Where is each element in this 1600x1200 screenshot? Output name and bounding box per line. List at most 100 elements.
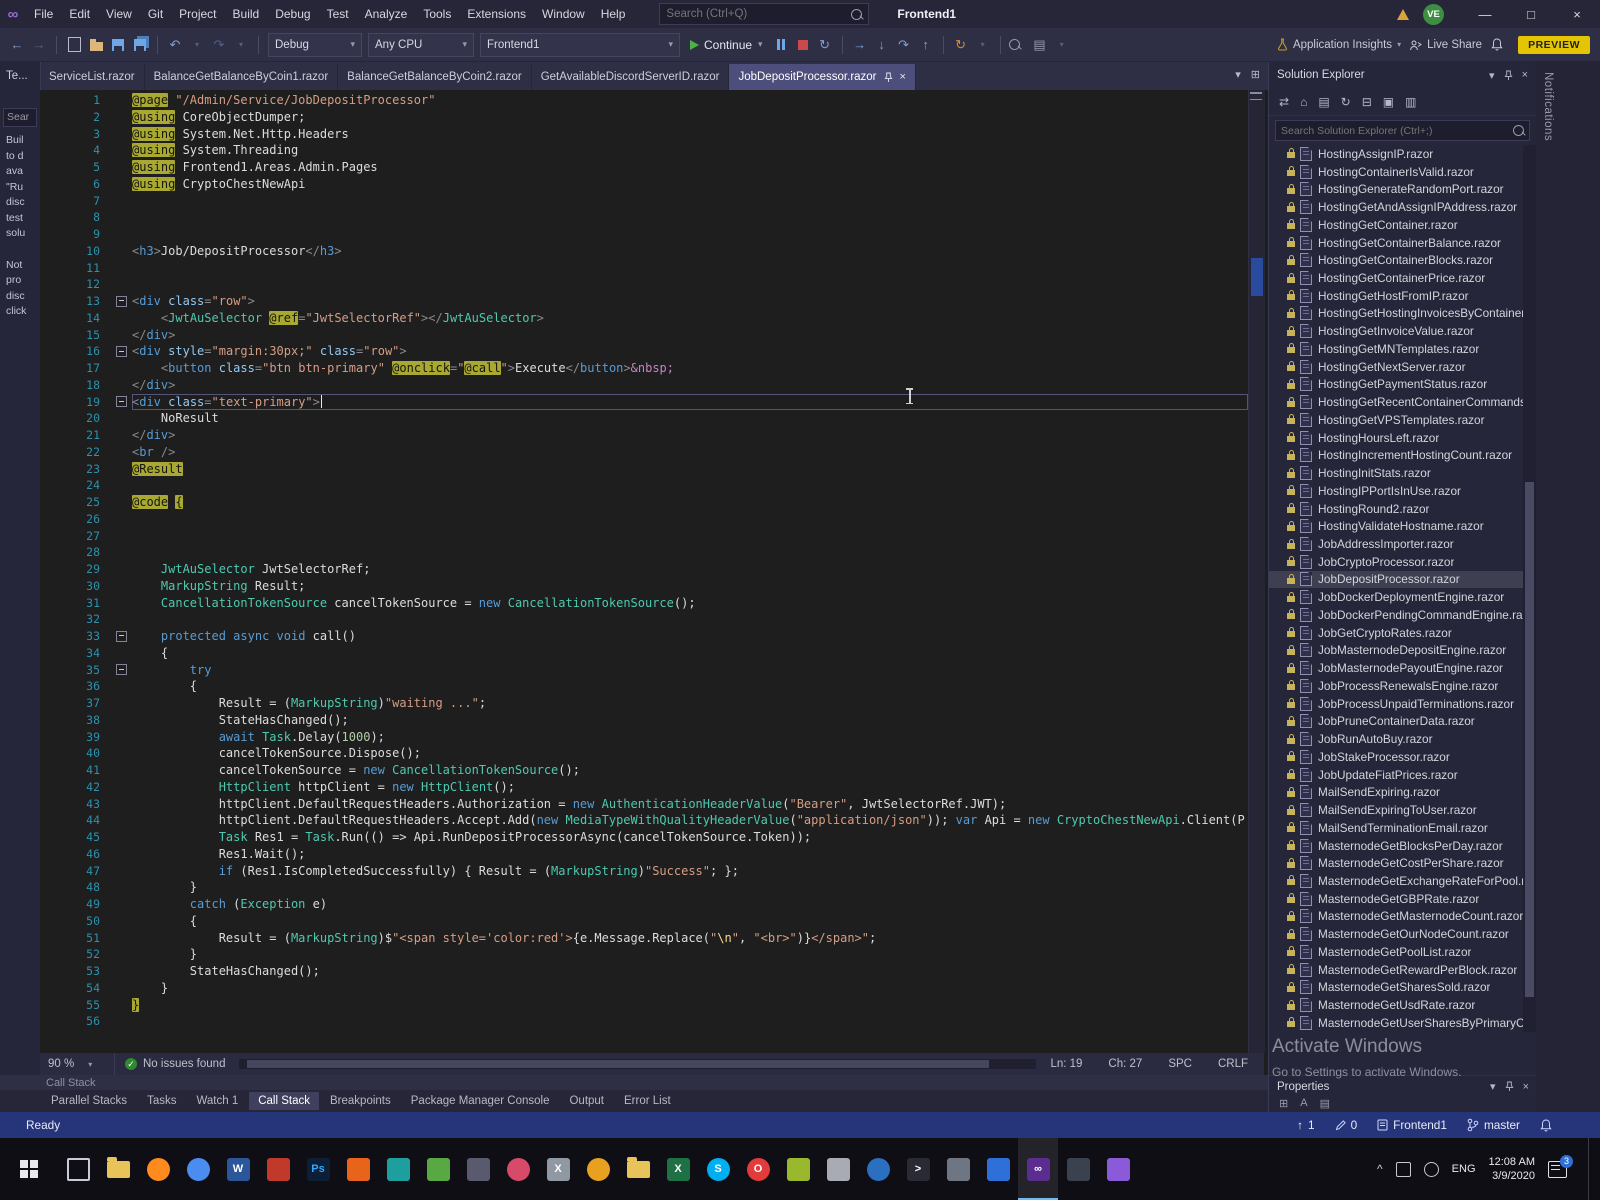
pending-edits[interactable]: 0 — [1335, 1118, 1357, 1132]
bottom-tab-package-manager-console[interactable]: Package Manager Console — [402, 1092, 559, 1110]
code-line[interactable]: 45 Task Res1 = Task.Run(() => Api.RunDep… — [40, 829, 1248, 846]
solution-item[interactable]: JobMasternodeDepositEngine.razor — [1269, 642, 1523, 660]
undo-icon[interactable]: ↶ — [165, 34, 185, 56]
code-line[interactable]: 53 StateHasChanged(); — [40, 963, 1248, 980]
solution-item[interactable]: JobAddressImporter.razor — [1269, 535, 1523, 553]
switch-views-icon[interactable]: ▤ — [1318, 95, 1329, 109]
solution-item[interactable]: JobProcessRenewalsEngine.razor — [1269, 677, 1523, 695]
solution-item[interactable]: JobPruneContainerData.razor — [1269, 713, 1523, 731]
code-line[interactable]: 55} — [40, 997, 1248, 1014]
code-line[interactable]: 3 @using System.Net.Http.Headers — [40, 126, 1248, 143]
navigate-forward-icon[interactable]: → — [29, 34, 49, 56]
code-line[interactable]: 37 Result = (MarkupString)"waiting ..."; — [40, 695, 1248, 712]
tab-jobdepositprocessor-razor[interactable]: JobDepositProcessor.razor × — [729, 64, 916, 90]
start-button[interactable] — [0, 1138, 58, 1200]
find-in-files-icon[interactable] — [1008, 34, 1028, 56]
taskbar-media-player[interactable] — [498, 1138, 538, 1200]
code-line[interactable]: 13 <div class="row"> — [40, 293, 1248, 310]
bottom-tab-parallel-stacks[interactable]: Parallel Stacks — [42, 1092, 136, 1110]
code-line[interactable]: 56 — [40, 1013, 1248, 1030]
code-line[interactable]: 14 <JwtAuSelector @ref="JwtSelectorRef">… — [40, 310, 1248, 327]
solution-item[interactable]: HostingAssignIP.razor — [1269, 145, 1523, 163]
solution-item[interactable]: HostingInitStats.razor — [1269, 464, 1523, 482]
new-file-icon[interactable] — [64, 34, 84, 56]
solution-item[interactable]: MasternodeGetRewardPerBlock.razor — [1269, 961, 1523, 979]
code-line[interactable]: 47 if (Res1.IsCompletedSuccessfully) { R… — [40, 863, 1248, 880]
menu-item-debug[interactable]: Debug — [267, 0, 318, 28]
code-line[interactable]: 25 @code { — [40, 494, 1248, 511]
taskbar-file-explorer[interactable] — [98, 1138, 138, 1200]
pin-icon[interactable] — [1505, 1081, 1514, 1092]
solution-item[interactable]: HostingGetContainer.razor — [1269, 216, 1523, 234]
solution-item[interactable]: MasternodeGetSharesSold.razor — [1269, 979, 1523, 997]
redo-icon[interactable]: ↷ — [209, 34, 229, 56]
code-line[interactable]: 22 <br /> — [40, 444, 1248, 461]
redo-dropdown-icon[interactable]: ▾ — [231, 34, 251, 56]
line-indicator[interactable]: Ln: 19 — [1050, 1058, 1082, 1070]
code-line[interactable]: 19 <div class="text-primary"> — [40, 394, 1248, 411]
fold-collapse-icon[interactable] — [116, 346, 127, 358]
solution-item[interactable]: MasternodeGetBlocksPerDay.razor — [1269, 837, 1523, 855]
bottom-tab-tasks[interactable]: Tasks — [138, 1092, 185, 1110]
active-files-dropdown-icon[interactable]: ▾ — [1235, 68, 1241, 81]
code-line[interactable]: 34 { — [40, 645, 1248, 662]
solution-item[interactable]: JobGetCryptoRates.razor — [1269, 624, 1523, 642]
taskbar-word[interactable]: W — [218, 1138, 258, 1200]
solution-item[interactable]: MasternodeGetMasternodeCount.razor — [1269, 908, 1523, 926]
tab-servicelist-razor[interactable]: ServiceList.razor — [40, 64, 145, 90]
step-into-icon[interactable]: ↓ — [872, 34, 892, 56]
bottom-tab-output[interactable]: Output — [560, 1092, 613, 1110]
solution-search-box[interactable] — [1275, 120, 1530, 141]
menu-item-test[interactable]: Test — [319, 0, 357, 28]
editor-vertical-scrollbar[interactable] — [1248, 90, 1265, 1053]
taskbar-app-gray-x[interactable]: X — [538, 1138, 578, 1200]
undo-dropdown-icon[interactable]: ▾ — [187, 34, 207, 56]
save-icon[interactable] — [108, 34, 128, 56]
more-commands-icon[interactable]: ▾ — [1052, 34, 1072, 56]
code-line[interactable]: 27 — [40, 528, 1248, 545]
code-line[interactable]: 42 HttpClient httpClient = new HttpClien… — [40, 779, 1248, 796]
menu-item-build[interactable]: Build — [225, 0, 268, 28]
solution-item[interactable]: MasternodeGetOurNodeCount.razor — [1269, 925, 1523, 943]
fold-collapse-icon[interactable] — [116, 664, 127, 676]
menu-item-project[interactable]: Project — [171, 0, 224, 28]
solution-item[interactable]: HostingGenerateRandomPort.razor — [1269, 180, 1523, 198]
code-editor[interactable]: 1 @page "/Admin/Service/JobDepositProcess… — [40, 90, 1248, 1055]
input-language[interactable]: ENG — [1452, 1163, 1476, 1175]
fold-collapse-icon[interactable] — [116, 396, 127, 408]
tray-icon[interactable] — [1395, 1161, 1411, 1177]
solution-item[interactable]: HostingValidateHostname.razor — [1269, 517, 1523, 535]
notifications-bell[interactable] — [1540, 1118, 1552, 1132]
solution-item[interactable]: JobMasternodePayoutEngine.razor — [1269, 659, 1523, 677]
menu-item-view[interactable]: View — [98, 0, 140, 28]
code-line[interactable]: 26 — [40, 511, 1248, 528]
save-all-icon[interactable] — [130, 34, 150, 56]
callstack-window-title[interactable]: Call Stack — [0, 1075, 1268, 1090]
code-line[interactable]: 28 — [40, 544, 1248, 561]
taskbar-app-silver[interactable] — [818, 1138, 858, 1200]
user-avatar[interactable]: VE — [1423, 3, 1444, 25]
taskbar-settings[interactable] — [938, 1138, 978, 1200]
solution-item[interactable]: MailSendExpiring.razor — [1269, 783, 1523, 801]
home-icon[interactable]: ⌂ — [1300, 95, 1307, 109]
code-line[interactable]: 2 @using CoreObjectDumper; — [40, 109, 1248, 126]
notifications-tab[interactable]: Notifications — [1542, 72, 1554, 141]
editor-horizontal-scrollbar[interactable] — [239, 1059, 1037, 1069]
alphabetical-icon[interactable]: A — [1300, 1097, 1307, 1112]
code-line[interactable]: 49 catch (Exception e) — [40, 896, 1248, 913]
stop-debug-icon[interactable] — [793, 34, 813, 56]
property-pages-icon[interactable]: ▤ — [1320, 1097, 1330, 1112]
menu-item-tools[interactable]: Tools — [415, 0, 459, 28]
code-line[interactable]: 39 await Task.Delay(1000); — [40, 729, 1248, 746]
solution-item[interactable]: MasternodeGetUserSharesByPrimaryCoin.raz… — [1269, 1014, 1523, 1032]
step-over-icon[interactable]: ↷ — [894, 34, 914, 56]
restart-icon[interactable]: ↻ — [815, 34, 835, 56]
taskbar-app-red[interactable] — [258, 1138, 298, 1200]
code-line[interactable]: 23 @Result — [40, 461, 1248, 478]
show-next-statement-icon[interactable]: → — [850, 34, 870, 56]
pin-icon[interactable] — [1504, 70, 1513, 81]
code-line[interactable]: 24 — [40, 477, 1248, 494]
menu-item-window[interactable]: Window — [534, 0, 593, 28]
tab-balancegetbalancebycoin1-razor[interactable]: BalanceGetBalanceByCoin1.razor — [145, 64, 339, 90]
git-repository[interactable]: Frontend1 — [1377, 1118, 1447, 1132]
